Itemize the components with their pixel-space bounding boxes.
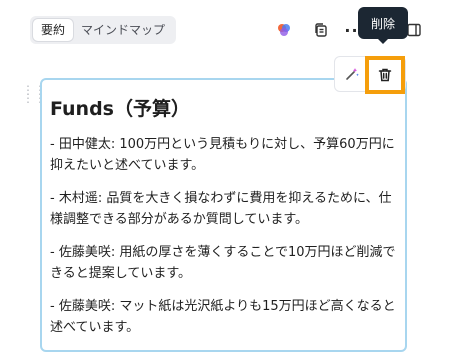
trash-icon <box>378 68 392 82</box>
delete-button[interactable] <box>365 56 405 94</box>
drag-handle-icon[interactable]: ⋮⋮ ⋮⋮ <box>22 84 46 104</box>
view-tabs: 要約 マインドマップ <box>30 16 177 44</box>
tab-summary[interactable]: 要約 <box>33 19 74 41</box>
tooltip-arrow <box>377 38 389 44</box>
summary-item: - 木村遥: 品質を大きく損なわずに費用を抑えるために、仕様調整できる部分がある… <box>50 191 392 227</box>
summary-item: - 佐藤美咲: 用紙の厚さを薄くすることで10万円ほど削減できると提案しています… <box>50 245 396 281</box>
summary-item: - 田中健太: 100万円という見積もりに対し、予算60万円に抑えたいと述べてい… <box>50 137 395 173</box>
delete-tooltip: 削除 <box>358 7 408 39</box>
card-body: - 田中健太: 100万円という見積もりに対し、予算60万円に抑えたいと述べてい… <box>50 134 398 350</box>
summary-item: - 佐藤美咲: マット紙は光沢紙よりも15万円ほど高くなると述べています。 <box>50 299 396 335</box>
tab-mindmap[interactable]: マインドマップ <box>73 19 173 41</box>
magic-wand-icon[interactable] <box>342 64 362 84</box>
card-title: Funds（予算） <box>50 98 190 120</box>
copy-icon[interactable] <box>311 20 331 40</box>
summary-card: Funds（予算） - 田中健太: 100万円という見積もりに対し、予算60万円… <box>40 78 407 352</box>
ai-sparkle-icon[interactable] <box>274 20 294 40</box>
